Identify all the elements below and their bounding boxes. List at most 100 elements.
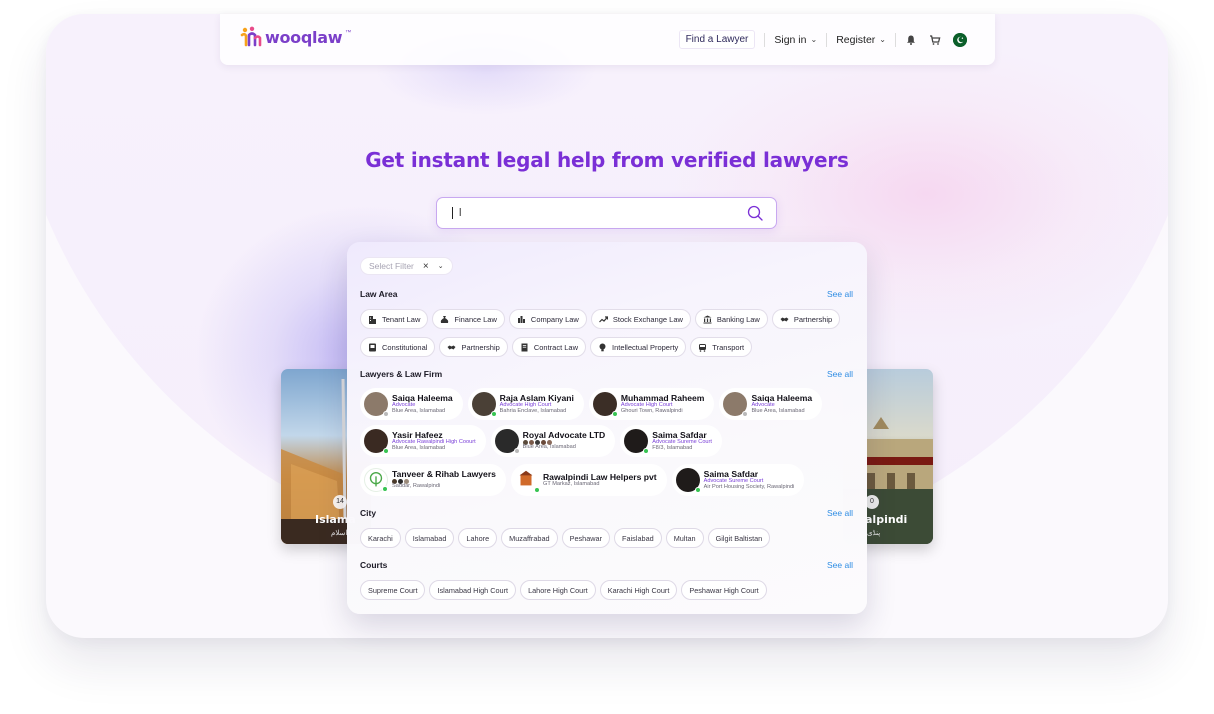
handshake-icon <box>780 317 789 321</box>
city-name-urdu: اسلام <box>331 530 348 537</box>
cart-icon[interactable] <box>929 34 941 46</box>
avatar <box>364 392 389 417</box>
city-name-urdu: پنڈی <box>867 530 881 537</box>
avatar <box>592 392 618 417</box>
search-bar[interactable] <box>436 197 777 229</box>
lawyer-card[interactable]: Saiqa Haleema Advocate Blue Area, Islama… <box>360 388 463 420</box>
city-lawyer-count: 0 <box>865 495 879 509</box>
firm-logo <box>514 468 540 493</box>
nav-divider <box>826 32 828 47</box>
status-dot <box>742 411 749 417</box>
chip-label: Constitutional <box>382 342 428 352</box>
status-dot <box>611 411 618 417</box>
city-chip[interactable]: Peshawar <box>561 528 611 548</box>
court-chip[interactable]: Islamabad High Court <box>429 580 517 600</box>
city-chip[interactable]: Muzaffrabad <box>501 528 558 548</box>
avatar <box>723 392 749 417</box>
select-filter-dropdown[interactable]: Select Filter × ⌄ <box>360 257 453 275</box>
city-lawyer-count: 14 <box>333 495 347 509</box>
chevron-down-icon: ⌄ <box>810 35 818 44</box>
law-area-chip-company-law[interactable]: Company Law <box>508 309 587 329</box>
city-chip[interactable]: Gilgit Baltistan <box>707 528 771 548</box>
bell-icon[interactable] <box>905 34 917 46</box>
search-suggestions-panel: Select Filter × ⌄ Law Area See all Tenan… <box>347 242 867 614</box>
law-firm-card[interactable]: Tanveer & Rihab Lawyers Saddar, Rawalpin… <box>360 464 506 496</box>
status-dot <box>383 448 389 454</box>
chip-label: Company Law <box>530 314 579 324</box>
avatar <box>364 429 389 454</box>
sign-in-dropdown[interactable]: Sign in ⌄ <box>774 34 817 46</box>
firm-location: Blue Area, Islamabad <box>522 444 576 451</box>
search-input[interactable] <box>459 204 739 222</box>
courts-heading: Courts <box>360 560 388 570</box>
firm-logo <box>494 429 520 454</box>
chip-label: Banking Law <box>716 314 760 324</box>
law-area-chip-partnership[interactable]: Partnership <box>771 309 841 329</box>
chip-label: Partnership <box>461 342 500 352</box>
court-chips: Supreme Court Islamabad High Court Lahor… <box>360 580 767 600</box>
chip-label: Intellectual Property <box>612 342 679 352</box>
lawyer-location: Bahria Enclave, Islamabad <box>499 407 567 414</box>
lawyer-card[interactable]: Raja Aslam Kiyani Advocate High Court Ba… <box>467 388 584 420</box>
lawyer-card[interactable]: Muhammad Raheem Advocate High Court Ghou… <box>588 388 715 420</box>
court-chip[interactable]: Lahore High Court <box>520 580 596 600</box>
chip-label: Partnership <box>793 314 833 324</box>
logo-text: wooqlaw <box>265 27 343 47</box>
law-area-chip-tenant-law[interactable]: Tenant Law <box>360 309 429 329</box>
city-heading: City <box>360 508 377 518</box>
law-area-chip-transport[interactable]: Transport <box>690 337 753 357</box>
pakistan-flag-icon[interactable] <box>953 32 967 47</box>
city-chip[interactable]: Multan <box>665 528 704 548</box>
city-chip[interactable]: Faislabad <box>614 528 662 548</box>
law-area-chip-banking-law[interactable]: Banking Law <box>694 309 768 329</box>
law-area-chip-finance-law[interactable]: Finance Law <box>432 309 505 329</box>
search-icon[interactable] <box>746 204 764 222</box>
lawyer-card[interactable]: Saima Safdar Advocate Sureme Court Air P… <box>671 464 805 496</box>
find-a-lawyer-button[interactable]: Find a Lawyer <box>678 30 756 49</box>
lawyers-heading: Lawyers & Law Firm <box>360 369 443 379</box>
select-filter-placeholder: Select Filter <box>369 261 414 271</box>
law-area-chip-stock-exchange-law[interactable]: Stock Exchange Law <box>590 309 691 329</box>
lawyer-location: Blue Area, Islamabad <box>751 407 805 414</box>
status-dot <box>694 487 701 493</box>
lawyer-location: Air Port Housing Society, Rawalpindi <box>703 483 795 490</box>
law-firm-card[interactable]: Rawalpindi Law Helpers pvt GT Markaz, Is… <box>510 464 667 496</box>
city-chip[interactable]: Islamabad <box>404 528 455 548</box>
law-area-chip-partnership[interactable]: Partnership <box>439 337 508 357</box>
lawyer-card[interactable]: Saima Safdar Advocate Sureme Court F8/3,… <box>620 425 722 457</box>
law-area-chip-intellectual-property[interactable]: Intellectual Property <box>590 337 687 357</box>
status-dot <box>382 486 388 492</box>
court-chip[interactable]: Supreme Court <box>360 580 426 600</box>
firm-location: Saddar, Rawalpindi <box>392 483 441 490</box>
lawyer-row-1: Saiqa Haleema Advocate Blue Area, Islama… <box>360 388 823 420</box>
register-label: Register <box>836 33 876 46</box>
building-icon <box>369 315 376 324</box>
court-chip[interactable]: Karachi High Court <box>599 580 678 600</box>
lawyer-location: Blue Area, Islamabad <box>392 444 446 451</box>
law-area-chip-contract-law[interactable]: Contract Law <box>511 337 586 357</box>
status-dot <box>513 448 520 454</box>
lawyer-card[interactable]: Saiqa Haleema Advocate Blue Area, Islama… <box>719 388 823 420</box>
chevron-down-icon[interactable]: ⌄ <box>438 262 444 270</box>
lawyer-row-3: Tanveer & Rihab Lawyers Saddar, Rawalpin… <box>360 464 805 496</box>
city-chip[interactable]: Karachi <box>360 528 401 548</box>
courts-see-all-link[interactable]: See all <box>827 560 853 570</box>
court-chip[interactable]: Peshawar High Court <box>681 580 767 600</box>
register-dropdown[interactable]: Register ⌄ <box>836 34 886 46</box>
avatar <box>471 392 497 417</box>
wooqlaw-logo[interactable]: wooqlaw ™ <box>240 26 351 48</box>
lawyers-see-all-link[interactable]: See all <box>827 369 853 379</box>
lawyer-card[interactable]: Yasir Hafeez Advocate Rawalpindi High Co… <box>360 425 486 457</box>
chip-label: Contract Law <box>533 342 578 352</box>
city-chip[interactable]: Lahore <box>458 528 498 548</box>
law-area-see-all-link[interactable]: See all <box>827 289 853 299</box>
firm-location: GT Markaz, Islamabad <box>542 480 600 487</box>
law-area-chip-constitutional[interactable]: Constitutional <box>360 337 436 357</box>
law-firm-card[interactable]: Royal Advocate LTD Blue Area, Islamabad <box>490 425 616 457</box>
law-area-row-2: Constitutional Partnership Contract Law … <box>360 337 753 357</box>
trend-icon <box>598 315 608 322</box>
city-see-all-link[interactable]: See all <box>827 508 853 518</box>
clear-icon[interactable]: × <box>423 261 429 272</box>
status-dot <box>533 487 540 493</box>
lawyer-location: Blue Area, Islamabad <box>392 407 446 414</box>
